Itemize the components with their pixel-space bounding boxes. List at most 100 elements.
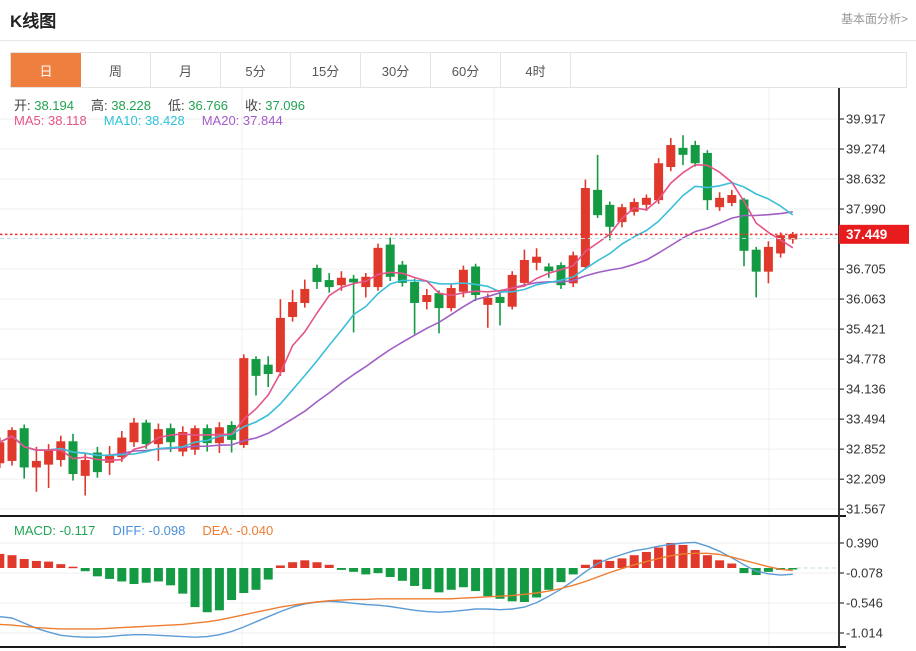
candle [32, 447, 41, 492]
candle [56, 436, 65, 467]
candle [727, 190, 736, 206]
axis-labels: 39.91739.27438.63237.99036.70536.06335.4… [839, 112, 886, 641]
macd-bar [288, 562, 297, 568]
macd-bar [679, 545, 688, 568]
macd-bar [471, 568, 480, 591]
candle [288, 290, 297, 322]
axis-tick-label: 37.990 [846, 202, 886, 217]
macd-bar [93, 568, 102, 576]
macd-bar [264, 568, 273, 580]
candle [666, 138, 675, 171]
candle [20, 424, 29, 478]
macd-bar [483, 568, 492, 596]
macd-bar [447, 568, 456, 590]
macd-bar [642, 552, 651, 568]
macd-bar [374, 568, 383, 573]
candle [508, 271, 517, 309]
macd-bar [227, 568, 236, 600]
candle [483, 294, 492, 328]
macd-bar [557, 568, 566, 582]
candle [130, 418, 139, 447]
axis-tick-label: -0.078 [846, 566, 883, 581]
macd-bar [569, 568, 578, 574]
macd-bar [8, 555, 17, 568]
candle [764, 241, 773, 283]
macd-bar [142, 568, 151, 583]
macd-bar [520, 568, 529, 602]
macd-bar [239, 568, 248, 593]
candle [520, 250, 529, 286]
gridlines [0, 88, 839, 646]
candle [471, 264, 480, 301]
candle [435, 290, 444, 333]
axis-tick-label: -0.546 [846, 596, 883, 611]
macd-bar [435, 568, 444, 592]
macd-bar [361, 568, 370, 574]
macd-bar [0, 554, 4, 568]
candle [8, 427, 17, 465]
candle [178, 426, 187, 456]
macd-bar [44, 562, 53, 568]
macd-bar [703, 555, 712, 568]
candle [776, 232, 785, 257]
candle [642, 195, 651, 211]
current-price-badge: 37.449 [839, 225, 909, 244]
candle [569, 252, 578, 288]
candle [593, 155, 602, 218]
candle [239, 354, 248, 447]
candle [557, 262, 566, 289]
macd-bar [496, 568, 505, 599]
macd-bar [130, 568, 139, 584]
macd-bar [313, 562, 322, 568]
current-price-label: 37.449 [846, 227, 887, 242]
axis-tick-label: 35.421 [846, 322, 886, 337]
candle [630, 198, 639, 215]
candle [203, 424, 212, 451]
macd-bar [117, 568, 126, 581]
macd-bar [410, 568, 419, 586]
candle [81, 453, 90, 495]
macd-bar [337, 568, 346, 570]
candle [300, 280, 309, 308]
axis-tick-label: 31.567 [846, 502, 886, 517]
macd-bar [215, 568, 224, 610]
macd-bar [178, 568, 187, 594]
axis-tick-label: 34.778 [846, 352, 886, 367]
macd-bar [715, 560, 724, 568]
candle [703, 150, 712, 210]
candle [679, 135, 688, 165]
macd-bar [581, 565, 590, 568]
axis-tick-label: 32.209 [846, 472, 886, 487]
macd-bar [727, 564, 736, 568]
axis-tick-label: 39.274 [846, 142, 886, 157]
macd-bar [191, 568, 200, 607]
macd-bar [325, 565, 334, 568]
candle [93, 447, 102, 478]
candle [374, 244, 383, 291]
macd-pane [0, 542, 839, 637]
macd-bar [69, 567, 78, 569]
candle [422, 289, 431, 310]
macd-bar [105, 568, 114, 579]
kline-chart-page: K线图 基本面分析> 日周月5分15分30分60分4时 39.91739.274… [0, 0, 916, 651]
macd-bar [81, 568, 90, 571]
candle [386, 238, 395, 281]
candle [264, 356, 273, 387]
axis-tick-label: 38.632 [846, 172, 886, 187]
macd-bar [618, 558, 627, 568]
candle [715, 192, 724, 211]
macd-bar [544, 568, 553, 590]
axis-tick-label: 36.705 [846, 262, 886, 277]
macd-bar [300, 560, 309, 568]
macd-bar [788, 568, 797, 570]
macd-bar [764, 568, 773, 572]
macd-bar [740, 568, 749, 573]
macd-bar [349, 568, 358, 572]
candle [691, 141, 700, 167]
macd-bar [32, 561, 41, 568]
macd-bar [459, 568, 468, 587]
candle [191, 425, 200, 454]
axis-tick-label: -1.014 [846, 626, 883, 641]
axis-tick-label: 33.494 [846, 412, 886, 427]
axis-tick-label: 34.136 [846, 382, 886, 397]
